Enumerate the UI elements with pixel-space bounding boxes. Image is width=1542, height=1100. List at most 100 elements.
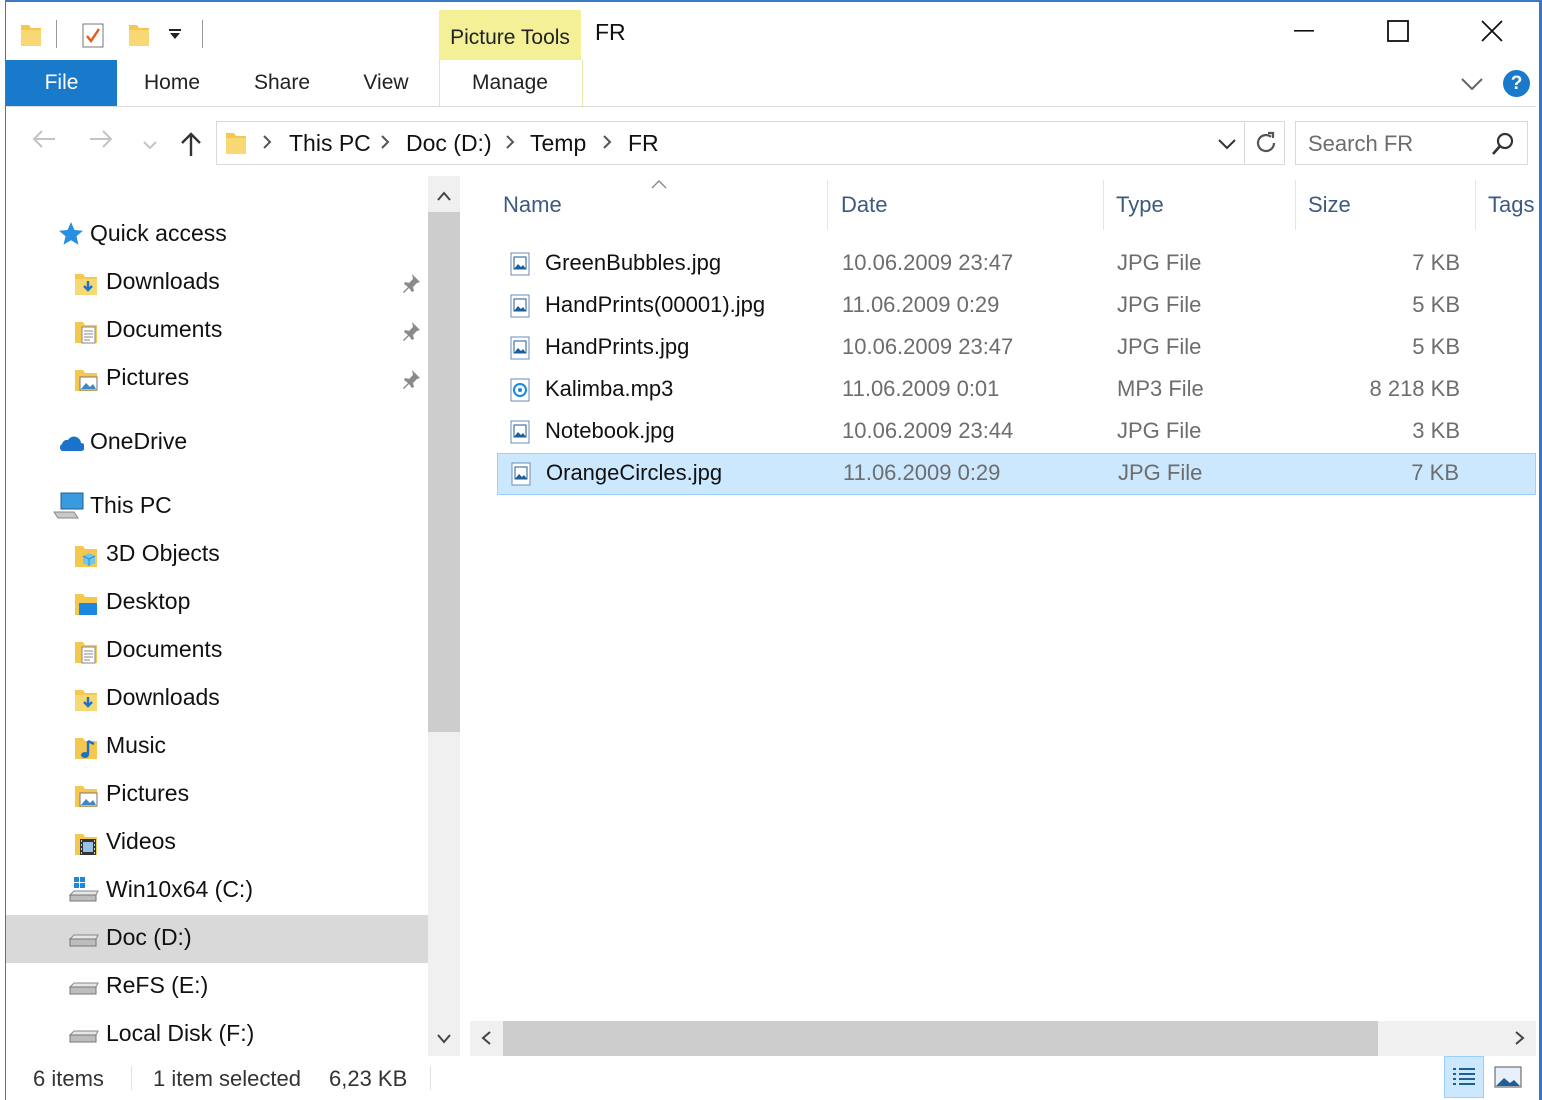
expand-ribbon-chevron-icon[interactable] xyxy=(1460,77,1484,96)
nav-drive-f[interactable]: Local Disk (F:) xyxy=(6,1011,428,1056)
navigation-pane: Quick access Downloads Documents Picture… xyxy=(6,176,428,1056)
nav-drive-d[interactable]: Doc (D:) xyxy=(6,915,428,963)
status-separator xyxy=(430,1066,431,1090)
address-history-chevron-icon[interactable] xyxy=(1217,137,1237,155)
breadcrumb-chevron-icon[interactable] xyxy=(262,134,272,155)
nav-label: Pictures xyxy=(106,364,190,390)
file-name: Notebook.jpg xyxy=(545,418,675,443)
column-header-name[interactable]: Name xyxy=(503,192,562,218)
close-button[interactable] xyxy=(1446,2,1538,60)
pin-icon[interactable] xyxy=(401,321,421,346)
column-separator[interactable] xyxy=(1295,180,1296,230)
tab-share[interactable]: Share xyxy=(238,60,326,106)
nav-label: Desktop xyxy=(106,588,191,614)
back-arrow-icon[interactable] xyxy=(32,129,56,154)
column-header-tags[interactable]: Tags xyxy=(1488,192,1534,218)
customize-quick-access-icon[interactable] xyxy=(168,28,182,46)
nav-quick-downloads[interactable]: Downloads xyxy=(6,259,428,307)
file-row[interactable]: GreenBubbles.jpg 10.06.2009 23:47 JPG Fi… xyxy=(497,244,1536,284)
column-separator[interactable] xyxy=(1475,180,1476,230)
breadcrumb-this-pc[interactable]: This PC xyxy=(289,130,371,157)
file-name: OrangeCircles.jpg xyxy=(546,460,723,485)
file-size: 5 KB xyxy=(1412,292,1460,317)
file-row[interactable]: HandPrints.jpg 10.06.2009 23:47 JPG File… xyxy=(497,328,1536,368)
file-list-horizontal-scrollbar[interactable] xyxy=(470,1021,1536,1056)
breadcrumb-chevron-icon[interactable] xyxy=(380,134,390,155)
navigation-pane-scrollbar[interactable] xyxy=(428,176,460,1056)
tab-home[interactable]: Home xyxy=(128,60,216,106)
nav-this-pc[interactable]: This PC xyxy=(6,483,428,531)
new-folder-icon[interactable] xyxy=(128,22,150,53)
nav-quick-documents[interactable]: Documents xyxy=(6,307,428,355)
breadcrumb-doc-d[interactable]: Doc (D:) xyxy=(406,130,492,157)
breadcrumb-chevron-icon[interactable] xyxy=(602,134,612,155)
scroll-left-arrow-icon[interactable] xyxy=(481,1031,491,1050)
nav-label: ReFS (E:) xyxy=(106,972,209,998)
toolbar-separator xyxy=(56,20,57,48)
breadcrumb-temp[interactable]: Temp xyxy=(530,130,586,157)
search-box[interactable]: Search FR xyxy=(1295,121,1528,165)
column-header-date[interactable]: Date xyxy=(841,192,887,218)
nav-music[interactable]: Music xyxy=(6,723,428,771)
column-header-size[interactable]: Size xyxy=(1308,192,1351,218)
nav-onedrive[interactable]: OneDrive xyxy=(6,419,428,467)
sort-ascending-icon xyxy=(651,176,667,194)
drive-icon xyxy=(68,977,100,1002)
address-bar[interactable]: This PC Doc (D:) Temp FR xyxy=(216,121,1285,165)
scrollbar-thumb[interactable] xyxy=(503,1021,1378,1056)
file-type: JPG File xyxy=(1117,250,1202,275)
tab-manage[interactable]: Manage xyxy=(439,60,581,106)
tab-view[interactable]: View xyxy=(344,60,428,106)
tab-file[interactable]: File xyxy=(6,60,117,106)
nav-drive-c[interactable]: Win10x64 (C:) xyxy=(6,867,428,915)
nav-label: Downloads xyxy=(106,268,220,294)
column-header-type[interactable]: Type xyxy=(1116,192,1164,218)
picture-tools-context-tab: Picture Tools xyxy=(439,10,581,62)
column-separator[interactable] xyxy=(827,180,828,230)
scroll-up-arrow-icon[interactable] xyxy=(437,188,451,206)
column-separator[interactable] xyxy=(1103,180,1104,230)
nav-label: Local Disk (F:) xyxy=(106,1020,255,1046)
nav-quick-pictures[interactable]: Pictures xyxy=(6,355,428,403)
pin-icon[interactable] xyxy=(401,273,421,298)
up-arrow-icon[interactable] xyxy=(179,131,203,162)
refresh-icon[interactable] xyxy=(1254,131,1278,160)
nav-videos[interactable]: Videos xyxy=(6,819,428,867)
file-row[interactable]: Notebook.jpg 10.06.2009 23:44 JPG File 3… xyxy=(497,412,1536,452)
nav-downloads[interactable]: Downloads xyxy=(6,675,428,723)
scroll-down-arrow-icon[interactable] xyxy=(437,1031,451,1049)
details-view-button[interactable] xyxy=(1444,1056,1484,1098)
nav-drive-e[interactable]: ReFS (E:) xyxy=(6,963,428,1011)
pictures-folder-icon xyxy=(74,783,98,814)
nav-pictures[interactable]: Pictures xyxy=(6,771,428,819)
scroll-right-arrow-icon[interactable] xyxy=(1515,1031,1525,1050)
documents-folder-icon xyxy=(74,639,98,670)
forward-arrow-icon[interactable] xyxy=(89,129,113,154)
image-file-icon xyxy=(510,252,530,281)
drive-icon xyxy=(68,1025,100,1050)
help-button[interactable]: ? xyxy=(1503,70,1530,97)
large-icons-view-button[interactable] xyxy=(1488,1056,1528,1098)
file-row[interactable]: HandPrints(00001).jpg 11.06.2009 0:29 JP… xyxy=(497,286,1536,326)
pin-icon[interactable] xyxy=(401,369,421,394)
audio-file-icon xyxy=(510,378,530,407)
scrollbar-thumb[interactable] xyxy=(428,212,460,732)
minimize-button[interactable] xyxy=(1258,2,1350,60)
maximize-button[interactable] xyxy=(1352,2,1444,60)
recent-locations-chevron-icon[interactable] xyxy=(143,137,157,155)
properties-icon[interactable] xyxy=(82,22,104,53)
file-row-selected[interactable]: OrangeCircles.jpg 11.06.2009 0:29 JPG Fi… xyxy=(497,453,1536,495)
file-name: Kalimba.mp3 xyxy=(545,376,674,401)
breadcrumb-chevron-icon[interactable] xyxy=(505,134,515,155)
breadcrumb-fr[interactable]: FR xyxy=(628,130,659,157)
file-row[interactable]: Kalimba.mp3 11.06.2009 0:01 MP3 File 8 2… xyxy=(497,370,1536,410)
nav-quick-access[interactable]: Quick access xyxy=(6,211,428,259)
search-icon[interactable] xyxy=(1491,132,1515,161)
file-name: GreenBubbles.jpg xyxy=(545,250,722,275)
folder-icon xyxy=(225,130,247,161)
item-count: 6 items xyxy=(33,1066,104,1091)
minimize-icon xyxy=(1294,30,1314,32)
nav-3d-objects[interactable]: 3D Objects xyxy=(6,531,428,579)
nav-documents[interactable]: Documents xyxy=(6,627,428,675)
nav-desktop[interactable]: Desktop xyxy=(6,579,428,627)
